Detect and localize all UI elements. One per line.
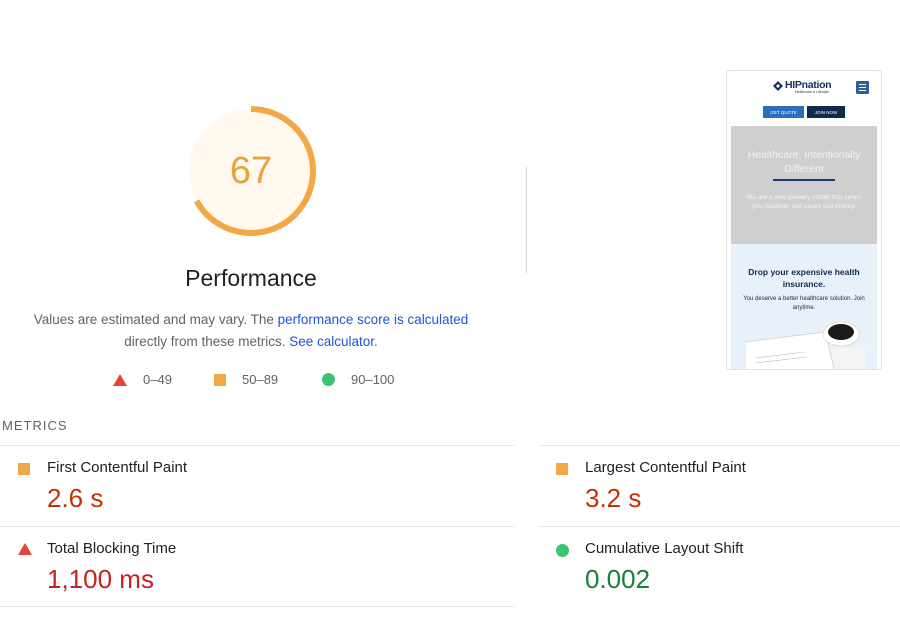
final-screenshot[interactable]: HIPnation Healthcare & Lifestyle GET QUO… xyxy=(726,70,882,370)
legend-item-pass: 90–100 xyxy=(322,372,394,387)
legend-label: 0–49 xyxy=(143,372,172,387)
hero-title: Healthcare, Intentionally Different xyxy=(747,149,861,175)
hero-section: Healthcare, Intentionally Different We a… xyxy=(731,126,877,244)
triangle-icon xyxy=(113,373,127,386)
legend-item-average: 50–89 xyxy=(214,372,278,387)
performance-title: Performance xyxy=(185,265,317,291)
metric-value: 0.002 xyxy=(585,564,651,594)
metrics-heading: METRICS xyxy=(2,418,68,433)
hero-text: We are a new delivery model that keeps y… xyxy=(746,194,862,210)
metric-value: 3.2 s xyxy=(585,483,642,513)
coffee-photo xyxy=(745,322,865,369)
metric-label: Total Blocking Time xyxy=(47,540,177,557)
metric-value: 1,100 ms xyxy=(47,564,154,594)
vertical-divider xyxy=(526,167,527,273)
legend-item-fail: 0–49 xyxy=(113,372,172,387)
triangle-icon xyxy=(18,543,32,555)
metric-label: Cumulative Layout Shift xyxy=(585,540,744,557)
description-text: . xyxy=(374,334,378,349)
insurance-text: You deserve a better healthcare solution… xyxy=(743,296,865,311)
hamburger-menu-icon xyxy=(856,81,869,94)
description-text: Values are estimated and may vary. The xyxy=(33,312,278,327)
insurance-title: Drop your expensive health insurance. xyxy=(748,267,860,289)
metric-label: First Contentful Paint xyxy=(47,459,188,476)
performance-description: Values are estimated and may vary. The p… xyxy=(24,309,478,353)
hipnation-logo-icon xyxy=(773,81,783,91)
hero-underline xyxy=(773,179,835,181)
square-icon xyxy=(18,463,30,475)
square-icon xyxy=(556,463,568,475)
legend-label: 90–100 xyxy=(351,372,395,387)
get-quote-button: GET QUOTE xyxy=(763,106,804,118)
square-icon xyxy=(214,373,226,386)
description-text: directly from these metrics. xyxy=(124,334,290,349)
join-now-button: JOIN NOW xyxy=(807,106,845,118)
metric-value: 2.6 s xyxy=(47,483,104,513)
metrics-divider xyxy=(0,606,514,607)
score-legend: 0–49 50–89 90–100 xyxy=(0,372,900,392)
circle-icon xyxy=(556,544,569,557)
hipnation-logo-subtitle: Healthcare & Lifestyle xyxy=(795,90,830,94)
insurance-section: Drop your expensive health insurance. Yo… xyxy=(731,244,877,369)
metrics-divider xyxy=(538,526,900,527)
performance-gauge: 67 xyxy=(183,103,319,239)
score-calculated-link[interactable]: performance score is calculated xyxy=(278,312,469,327)
circle-icon xyxy=(322,373,335,386)
see-calculator-link[interactable]: See calculator xyxy=(289,334,374,349)
metric-label: Largest Contentful Paint xyxy=(585,459,746,476)
metrics-divider xyxy=(538,445,900,446)
performance-score: 67 xyxy=(229,149,273,192)
metrics-divider xyxy=(0,526,514,527)
legend-label: 50–89 xyxy=(242,372,279,387)
metrics-divider xyxy=(0,445,514,446)
